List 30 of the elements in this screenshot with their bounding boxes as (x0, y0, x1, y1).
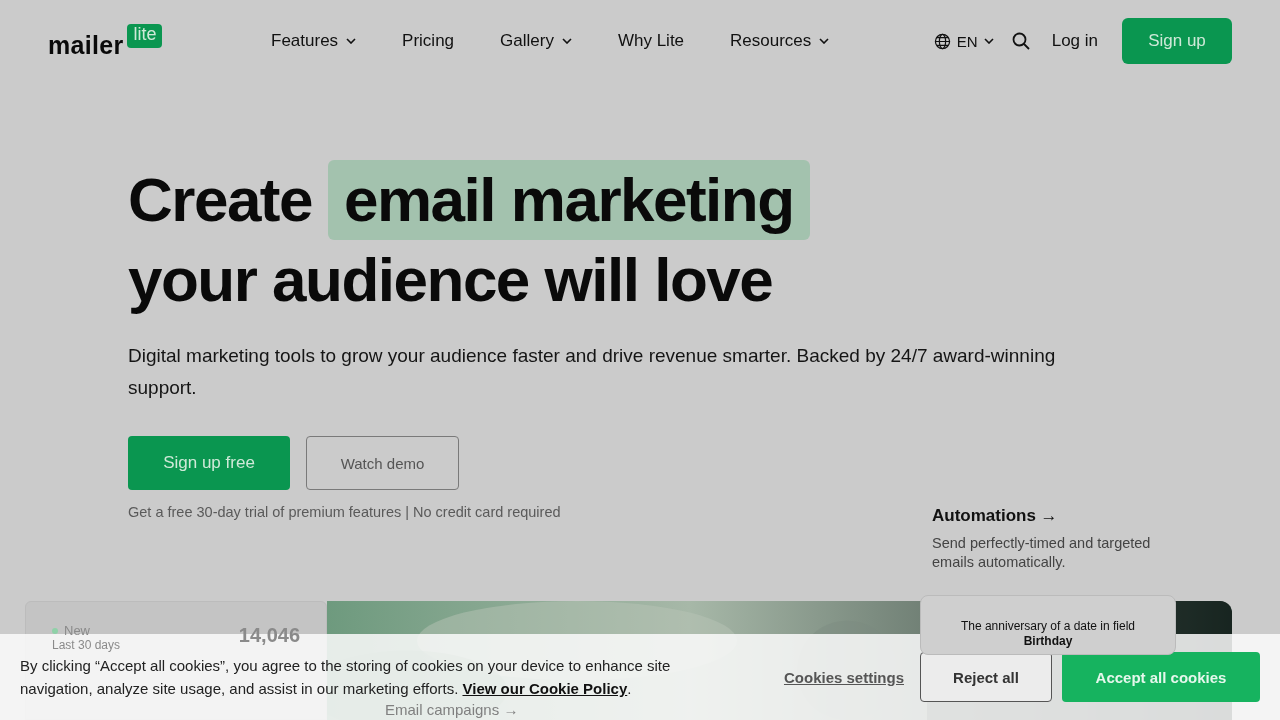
stat-label: New (52, 624, 121, 638)
chevron-down-icon (983, 38, 994, 44)
feature-description: Send perfectly-timed and targeted emails automatically. (932, 534, 1152, 572)
hero-subtitle: Digital marketing tools to grow your audience faster and drive revenue smarter. Backed by 24/7 award-winning support. (128, 344, 1057, 400)
trial-note: Get a free 30-day trial of premium features | No credit card required (128, 504, 561, 520)
automation-trigger-text: The anniversary of a date in field Birthday (960, 619, 1136, 648)
cookies-settings-link[interactable]: Cookies settings (783, 668, 904, 686)
watch-demo-button[interactable]: Watch demo (306, 436, 459, 490)
feature-link[interactable]: Automations → (932, 506, 1192, 526)
nav-link[interactable]: Features (271, 31, 357, 51)
globe-icon (933, 32, 951, 50)
headline-text: your audience will love (128, 244, 773, 316)
cookie-policy-link[interactable]: View our Cookie Policy (462, 680, 628, 697)
search-icon (1011, 32, 1030, 50)
reject-all-button[interactable]: Reject all (920, 652, 1052, 702)
headline-text: Create (128, 164, 312, 236)
cookie-notice: By clicking “Accept all cookies”, you agree to the storing of cookies on your device to enhance site navigation, analyze site usage, and assist in our marketing efforts. View our Cookie Policy. (20, 656, 672, 699)
chevron-down-icon (819, 38, 830, 44)
search-button[interactable] (1011, 32, 1030, 50)
headline-highlight: email marketing (328, 160, 810, 240)
mailerlite-logo[interactable]: mailer lite (48, 24, 228, 58)
chevron-down-icon (561, 38, 572, 44)
chevron-down-icon (346, 38, 357, 44)
language-selector[interactable]: EN (933, 32, 994, 50)
nav-link[interactable]: Resources (730, 31, 830, 51)
stat-period: Last 30 days (52, 638, 121, 652)
nav-link[interactable]: Pricing (402, 31, 455, 51)
login-link[interactable]: Log in (1051, 31, 1098, 51)
nav-link[interactable]: Gallery (500, 31, 572, 51)
nav-link[interactable]: Why Lite (617, 31, 685, 51)
